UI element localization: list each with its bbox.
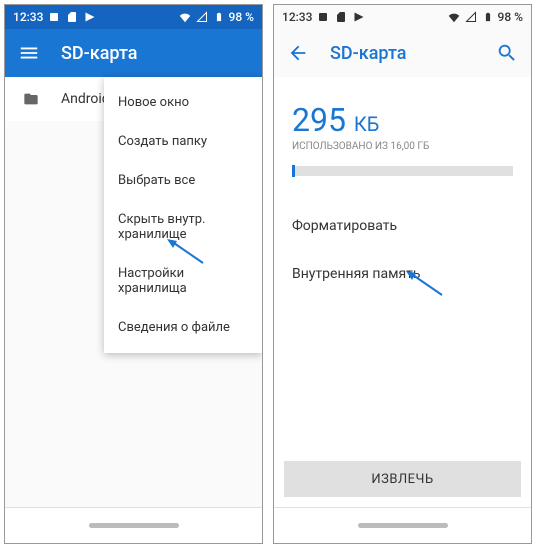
statusbar: 12:33 98 % <box>274 5 531 29</box>
screenshot-icon <box>47 10 61 24</box>
content: Android Новое окно Создать папку Выбрать… <box>5 77 262 507</box>
play-icon <box>352 10 366 24</box>
navbar <box>5 507 262 543</box>
menu-item-storage-settings[interactable]: Настройки хранилища <box>104 254 262 308</box>
status-time: 12:33 <box>13 10 43 24</box>
folder-icon <box>21 91 41 107</box>
appbar-title: SD-карта <box>330 43 475 64</box>
status-time: 12:33 <box>282 10 312 24</box>
storage-used-row: 295 КБ <box>292 101 513 139</box>
status-left: 12:33 <box>13 10 97 24</box>
menu-item-new-folder[interactable]: Создать папку <box>104 122 262 161</box>
home-pill[interactable] <box>358 523 448 528</box>
sd-icon <box>334 10 348 24</box>
appbar-title: SD-карта <box>61 43 250 64</box>
battery-icon <box>212 10 226 24</box>
menu-item-file-info[interactable]: Сведения о файле <box>104 308 262 347</box>
back-icon[interactable] <box>286 41 310 65</box>
phone-right: 12:33 98 % SD-карта 295 КБ использовано … <box>273 4 532 544</box>
storage-value: 295 <box>292 101 346 139</box>
storage-bar-fill <box>292 165 295 177</box>
storage-unit: КБ <box>354 112 379 136</box>
storage-caption: использовано из 16,00 ГБ <box>292 141 513 152</box>
phone-left: 12:33 98 % SD-карта Android Новое окно С… <box>4 4 263 544</box>
menu-item-new-window[interactable]: Новое окно <box>104 83 262 122</box>
status-right: 98 % <box>178 10 254 24</box>
status-battery: 98 % <box>229 10 254 24</box>
screenshot-icon <box>316 10 330 24</box>
signal-icon <box>195 10 209 24</box>
storage-bar <box>292 166 513 176</box>
wifi-icon <box>447 10 461 24</box>
signal-icon <box>464 10 478 24</box>
appbar: SD-карта <box>274 29 531 77</box>
appbar: SD-карта <box>5 29 262 77</box>
navbar <box>274 507 531 543</box>
content: 295 КБ использовано из 16,00 ГБ Форматир… <box>274 77 531 507</box>
play-icon <box>83 10 97 24</box>
overflow-menu: Новое окно Создать папку Выбрать все Скр… <box>104 77 262 353</box>
menu-icon[interactable] <box>17 41 41 65</box>
menu-item-hide-internal[interactable]: Скрыть внутр. хранилище <box>104 200 262 254</box>
sd-icon <box>65 10 79 24</box>
search-icon[interactable] <box>495 41 519 65</box>
statusbar: 12:33 98 % <box>5 5 262 29</box>
wifi-icon <box>178 10 192 24</box>
battery-icon <box>481 10 495 24</box>
status-battery: 98 % <box>498 10 523 24</box>
home-pill[interactable] <box>89 523 179 528</box>
folder-label: Android <box>61 91 110 107</box>
status-left: 12:33 <box>282 10 366 24</box>
eject-button[interactable]: ИЗВЛЕЧЬ <box>284 461 521 497</box>
storage-panel: 295 КБ использовано из 16,00 ГБ Форматир… <box>274 77 531 507</box>
option-internal[interactable]: Внутренняя память <box>292 250 513 298</box>
option-format[interactable]: Форматировать <box>292 202 513 250</box>
menu-item-select-all[interactable]: Выбрать все <box>104 161 262 200</box>
status-right: 98 % <box>447 10 523 24</box>
